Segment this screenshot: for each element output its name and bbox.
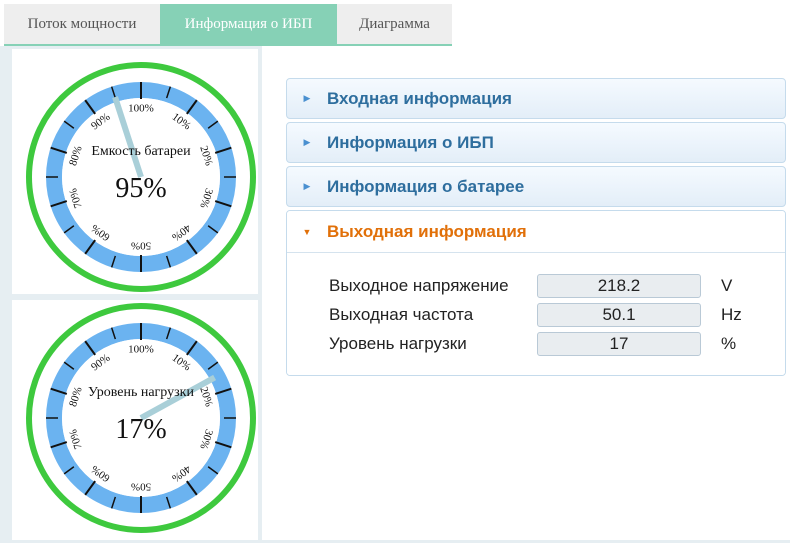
load-gauge-panel: 100% 10% 20% 30% 40% 50% 60% 70% 80% 90% Уровень н… (12, 300, 258, 543)
field-label: Выходная частота (329, 305, 474, 324)
tab-power-flow[interactable]: Поток мощности (4, 4, 160, 44)
output-frequency-value: 50.1 (537, 303, 701, 327)
accordion-title: Информация о батарее (327, 176, 525, 196)
accordion-header-ups-info[interactable]: ▶ Информация о ИБП (286, 122, 786, 163)
accordion-header-input-info[interactable]: ▶ Входная информация (286, 78, 786, 119)
accordion-title: Входная информация (327, 88, 512, 108)
tab-bar: Поток мощности Информация о ИБП Диаграмм… (4, 4, 452, 46)
unit-label: V (721, 276, 733, 295)
tab-ups-info[interactable]: Информация о ИБП (160, 4, 337, 44)
unit-label: % (721, 334, 737, 353)
unit-label: Hz (721, 305, 742, 324)
gauge-tick-label: 50% (131, 239, 151, 251)
accordion-title: Информация о ИБП (327, 132, 494, 152)
gauge-column: 100% 10% 20% 30% 40% 50% 60% 70% 80% 90% Емкость б… (0, 46, 262, 543)
triangle-right-icon: ▶ (303, 181, 311, 191)
battery-capacity-gauge: 100%10%20%30%40%50%60%70%80%90%Емкость б… (26, 62, 256, 292)
load-level-value: 17 (537, 332, 701, 356)
gauge-label: Емкость батареи (91, 144, 191, 159)
field-label: Выходное напряжение (329, 276, 509, 295)
gauge-label: Уровень нагрузки (88, 385, 194, 400)
accordion-header-battery-info[interactable]: ▶ Информация о батарее (286, 166, 786, 207)
accordion-section-output-info: ▼ Выходная информация Выходное напряжени… (286, 210, 786, 376)
load-level-row: Уровень нагрузки 17 % (329, 332, 769, 356)
info-accordion: ▶ Входная информация ▶ Информация о ИБП … (286, 78, 786, 376)
gauge-value: 95% (115, 173, 166, 204)
gauge-tick-label: 50% (131, 480, 151, 492)
tab-diagram[interactable]: Диаграмма (337, 4, 452, 44)
accordion-title: Выходная информация (327, 221, 527, 241)
output-frequency-row: Выходная частота 50.1 Hz (329, 303, 769, 327)
field-label: Уровень нагрузки (329, 334, 467, 353)
triangle-right-icon: ▶ (303, 93, 311, 103)
load-level-gauge: 100%10%20%30%40%50%60%70%80%90%Уровень н… (26, 303, 256, 533)
gauge-value: 17% (115, 414, 166, 445)
gauge-tick-label: 100% (128, 103, 154, 115)
output-info-body: Выходное напряжение 218.2 V Выходная час… (287, 253, 785, 375)
output-voltage-value: 218.2 (537, 274, 701, 298)
output-voltage-row: Выходное напряжение 218.2 V (329, 274, 769, 298)
triangle-down-icon: ▼ (302, 226, 312, 237)
gauge-tick-label: 100% (128, 344, 154, 356)
battery-gauge-panel: 100% 10% 20% 30% 40% 50% 60% 70% 80% 90% Емкость б… (12, 49, 258, 294)
triangle-right-icon: ▶ (303, 137, 311, 147)
accordion-header-output-info[interactable]: ▼ Выходная информация (287, 211, 785, 253)
